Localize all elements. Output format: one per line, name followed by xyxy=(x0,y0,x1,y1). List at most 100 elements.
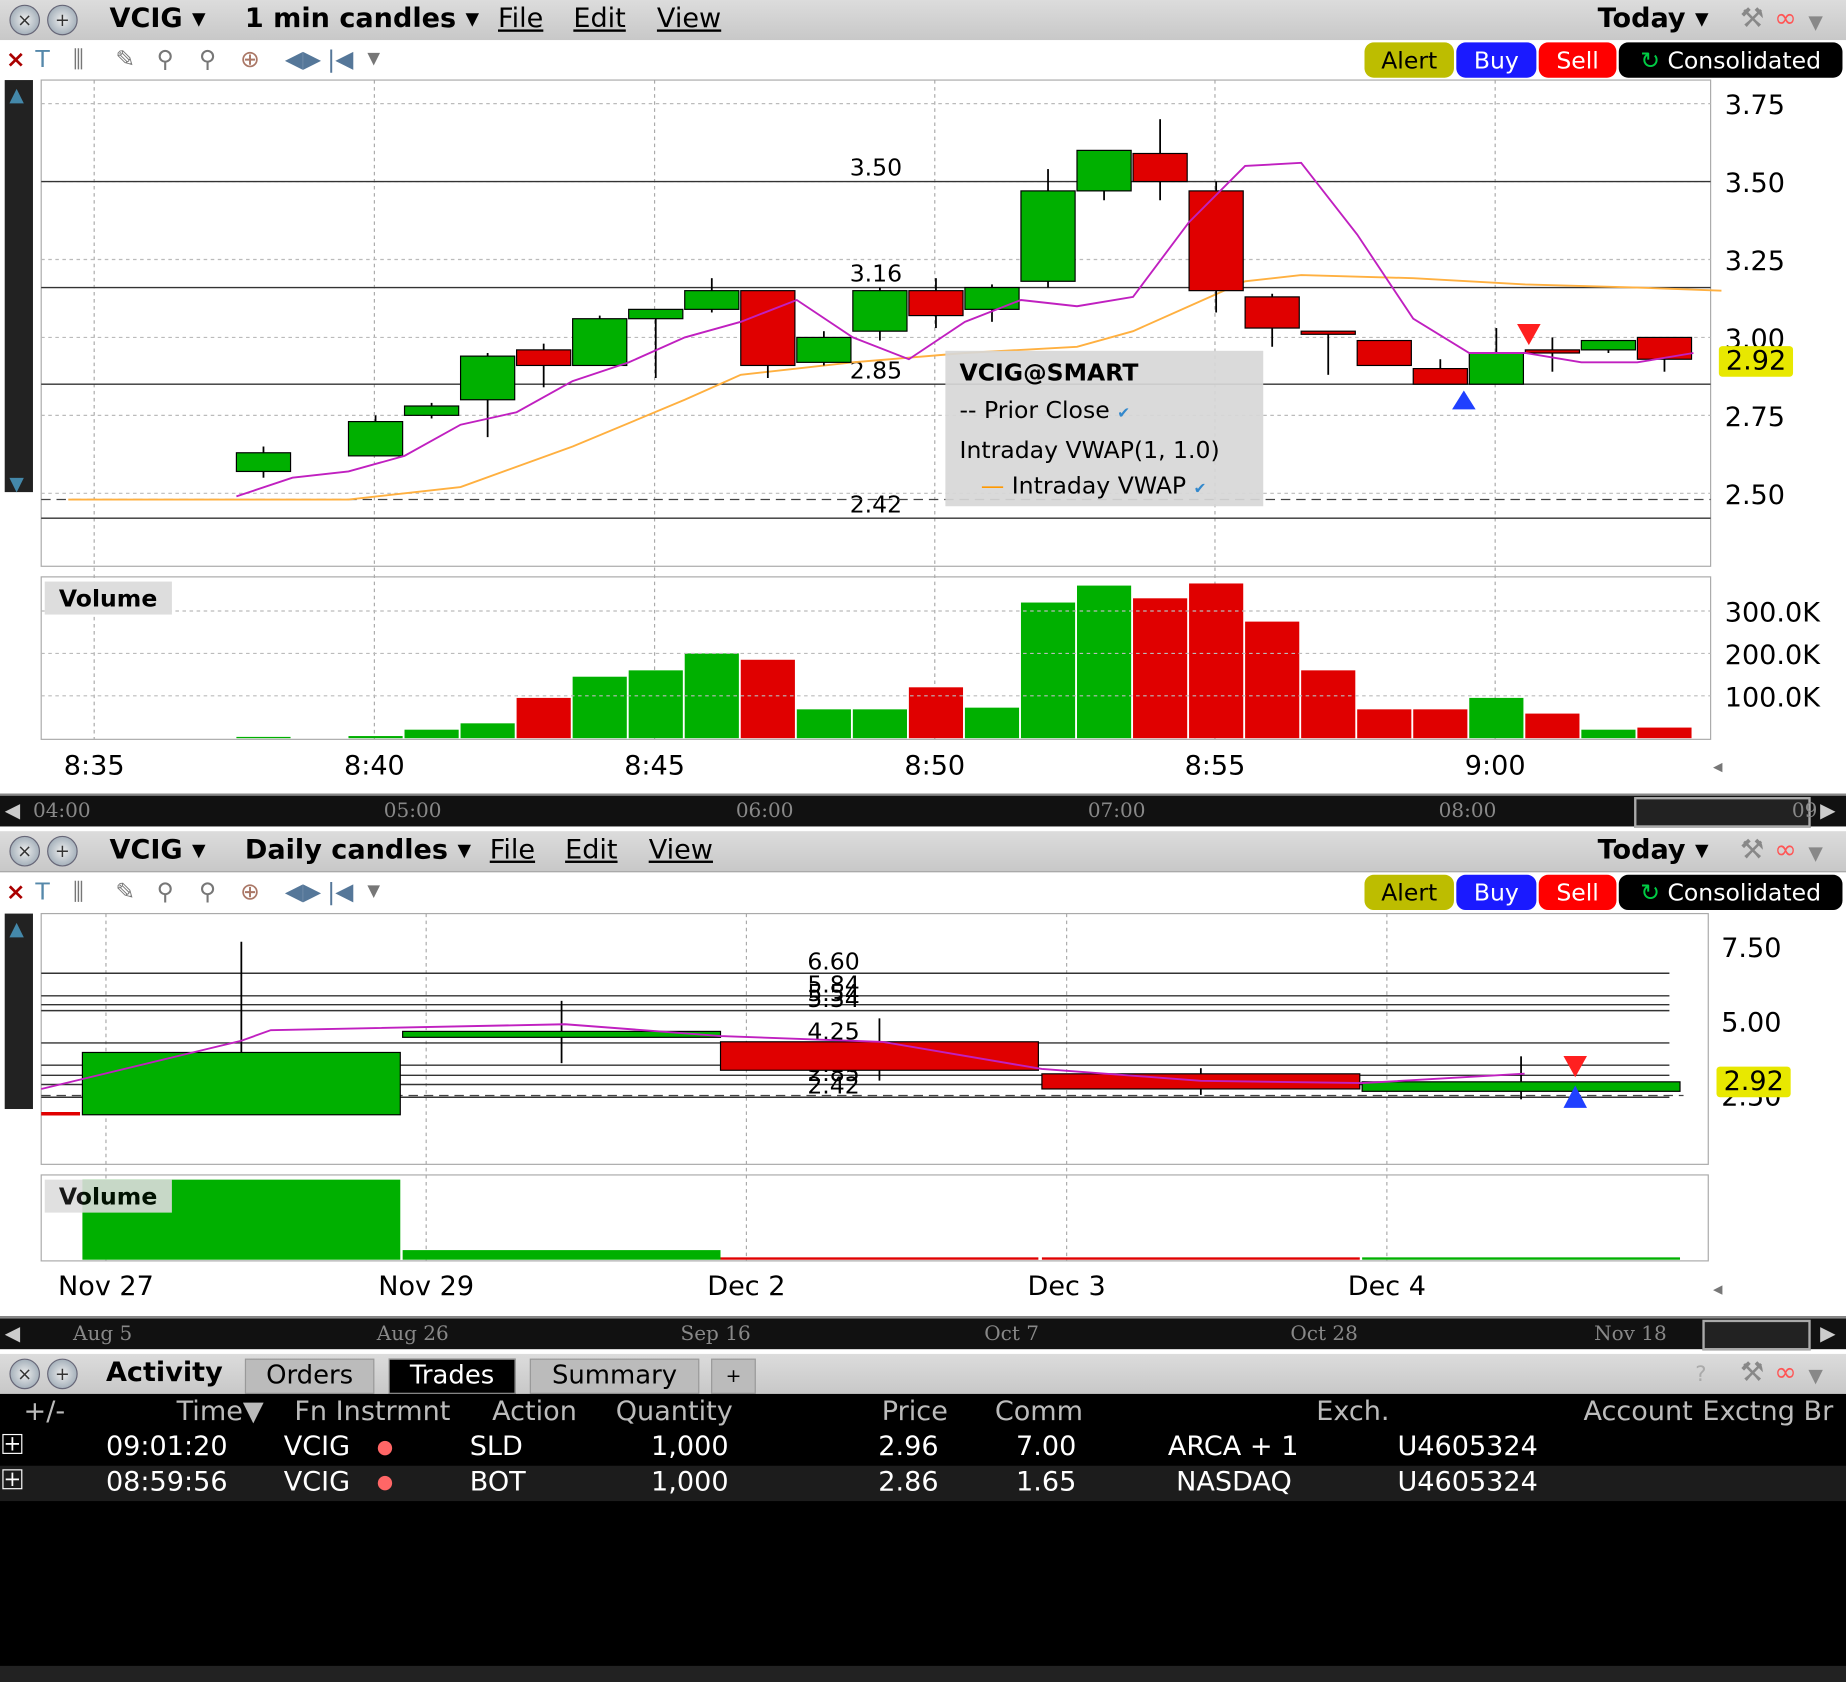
legend-prior-close[interactable]: -- Prior Close ✔ xyxy=(959,396,1130,424)
new-window-icon[interactable]: + xyxy=(47,4,78,36)
col-executing-broker[interactable]: Exctng Br xyxy=(1702,1396,1833,1427)
close-window-icon[interactable]: × xyxy=(9,4,41,36)
expand-icon[interactable]: + xyxy=(2,1433,23,1455)
menu-edit[interactable]: Edit xyxy=(573,4,625,35)
buy-button[interactable]: Buy xyxy=(1456,874,1537,911)
menu-file[interactable]: File xyxy=(490,835,535,866)
scroll-thumb[interactable] xyxy=(1634,797,1811,828)
wrench-icon[interactable]: ⚒ xyxy=(1740,4,1764,35)
scroll-right-icon[interactable]: ▶ xyxy=(1820,1322,1835,1346)
scroll-icon[interactable]: ◀▶ xyxy=(285,45,321,73)
tab-summary[interactable]: Summary xyxy=(529,1358,700,1394)
scroll-left-icon[interactable]: ◀ xyxy=(5,1322,20,1346)
col-price[interactable]: Price xyxy=(882,1396,948,1427)
zoom-in-icon[interactable]: ⚲ xyxy=(157,45,174,73)
legend-indicator[interactable]: Intraday VWAP(1, 1.0) xyxy=(959,436,1219,464)
crosshair-icon[interactable]: ⊕ xyxy=(240,45,260,73)
tab-trades[interactable]: Trades xyxy=(388,1358,516,1394)
volume-bar xyxy=(1301,670,1356,739)
close-icon[interactable]: × xyxy=(6,45,26,73)
wrench-icon[interactable]: ⚒ xyxy=(1740,835,1764,866)
candle-body xyxy=(403,405,460,416)
interval-selector[interactable]: 1 min candles ▾ xyxy=(245,4,479,35)
zoom-out-icon[interactable]: ⚲ xyxy=(199,45,216,73)
range-selector[interactable]: Today ▾ xyxy=(1598,4,1709,35)
close-icon[interactable]: × xyxy=(6,877,26,905)
close-window-icon[interactable]: × xyxy=(9,1358,41,1390)
new-window-icon[interactable]: + xyxy=(47,835,78,867)
scroll-thumb[interactable] xyxy=(1702,1319,1811,1351)
consolidated-button[interactable]: ↻ Consolidated xyxy=(1618,874,1843,911)
range-selector[interactable]: Today ▾ xyxy=(1598,835,1709,866)
scroll-right-icon[interactable]: ▶ xyxy=(1820,799,1835,823)
horizontal-scrollbar[interactable] xyxy=(0,1665,1846,1682)
sell-button[interactable]: Sell xyxy=(1538,874,1617,911)
cell-symbol: VCIG xyxy=(283,1466,351,1498)
level-line-label: 3.50 xyxy=(850,154,902,182)
col-account[interactable]: Account xyxy=(1583,1396,1692,1427)
chevron-down-icon[interactable]: ▼ xyxy=(1808,11,1822,33)
link-icon[interactable]: ∞ xyxy=(1774,835,1797,866)
draw-icon[interactable]: ✎ xyxy=(115,877,135,905)
menu-file[interactable]: File xyxy=(498,4,543,35)
symbol-selector[interactable]: VCIG ▾ xyxy=(109,835,205,866)
table-row[interactable]: + 08:59:56 VCIG ● BOT 1,000 2.86 1.65 NA… xyxy=(0,1465,1846,1502)
table-row[interactable]: + 09:01:20 VCIG ● SLD 1,000 2.96 7.00 AR… xyxy=(0,1430,1846,1466)
sell-button[interactable]: Sell xyxy=(1538,42,1617,78)
chevron-down-icon[interactable]: ▼ xyxy=(1808,1364,1822,1386)
fit-icon[interactable]: |◀ xyxy=(327,877,353,905)
col-time[interactable]: Time▼ xyxy=(177,1396,264,1427)
consolidated-button[interactable]: ↻ Consolidated xyxy=(1618,42,1843,78)
col-action[interactable]: Action xyxy=(492,1396,577,1427)
col-exchange[interactable]: Exch. xyxy=(1316,1396,1389,1427)
close-window-icon[interactable]: × xyxy=(9,835,41,867)
volume-bar xyxy=(740,659,795,739)
menu-view[interactable]: View xyxy=(649,835,713,866)
scroll-left-icon[interactable]: ◀ xyxy=(5,799,20,823)
zoom-out-icon[interactable]: ⚲ xyxy=(199,877,216,905)
candle-body xyxy=(235,452,292,473)
fit-icon[interactable]: |◀ xyxy=(327,45,353,73)
new-window-icon[interactable]: + xyxy=(47,1358,78,1390)
text-tool-icon[interactable]: T xyxy=(35,45,49,73)
legend-vwap[interactable]: — Intraday VWAP ✔ xyxy=(981,471,1207,499)
wrench-icon[interactable]: ⚒ xyxy=(1740,1357,1764,1388)
link-icon[interactable]: ∞ xyxy=(1774,4,1797,35)
menu-edit[interactable]: Edit xyxy=(565,835,617,866)
chevron-down-icon[interactable]: ▼ xyxy=(1808,842,1822,864)
activity-titlebar: × + Activity Orders Trades Summary + ? ⚒… xyxy=(0,1353,1846,1396)
alert-button[interactable]: Alert xyxy=(1364,42,1454,78)
y-tick-label: 5.00 xyxy=(1721,1007,1781,1038)
volume-bar xyxy=(1581,729,1636,739)
text-tool-icon[interactable]: T xyxy=(35,877,49,905)
link-icon[interactable]: ∞ xyxy=(1774,1357,1797,1388)
chart2-date-scrollbar[interactable]: ◀ Aug 5 Aug 26 Sep 16 Oct 7 Oct 28 Nov 1… xyxy=(0,1316,1846,1351)
expand-icon[interactable]: + xyxy=(2,1469,23,1490)
col-expand[interactable]: +/- xyxy=(24,1396,66,1427)
alert-button[interactable]: Alert xyxy=(1364,874,1454,911)
table-header: +/- Time▼ Fn Instrmnt Action Quantity Pr… xyxy=(0,1394,1846,1432)
crosshair-icon[interactable]: ⊕ xyxy=(240,877,260,905)
menu-view[interactable]: View xyxy=(657,4,721,35)
symbol-selector[interactable]: VCIG ▾ xyxy=(109,4,205,35)
col-instrument[interactable]: Fn Instrmnt xyxy=(294,1396,450,1427)
x-tick-label: Nov 29 xyxy=(378,1271,474,1302)
volume-bar xyxy=(402,1250,721,1260)
add-tab-button[interactable]: + xyxy=(711,1358,756,1394)
candle-body xyxy=(347,420,404,457)
bars-icon[interactable]: ⫼ xyxy=(73,45,84,73)
col-comm[interactable]: Comm xyxy=(995,1396,1083,1427)
volume-bar xyxy=(1637,727,1692,739)
zoom-in-icon[interactable]: ⚲ xyxy=(157,877,174,905)
col-quantity[interactable]: Quantity xyxy=(616,1396,733,1427)
buy-button[interactable]: Buy xyxy=(1456,42,1537,78)
tools-dropdown-icon[interactable]: ▼ xyxy=(367,882,380,901)
help-icon[interactable]: ? xyxy=(1695,1362,1706,1387)
tools-dropdown-icon[interactable]: ▼ xyxy=(367,49,380,68)
interval-selector[interactable]: Daily candles ▾ xyxy=(245,835,471,866)
bars-icon[interactable]: ⫼ xyxy=(73,877,84,905)
draw-icon[interactable]: ✎ xyxy=(115,45,135,73)
chart1-time-scrollbar[interactable]: ◀ 04:00 05:00 06:00 07:00 08:00 09 ▶ xyxy=(0,793,1846,828)
tab-orders[interactable]: Orders xyxy=(244,1358,375,1394)
scroll-icon[interactable]: ◀▶ xyxy=(285,877,321,905)
